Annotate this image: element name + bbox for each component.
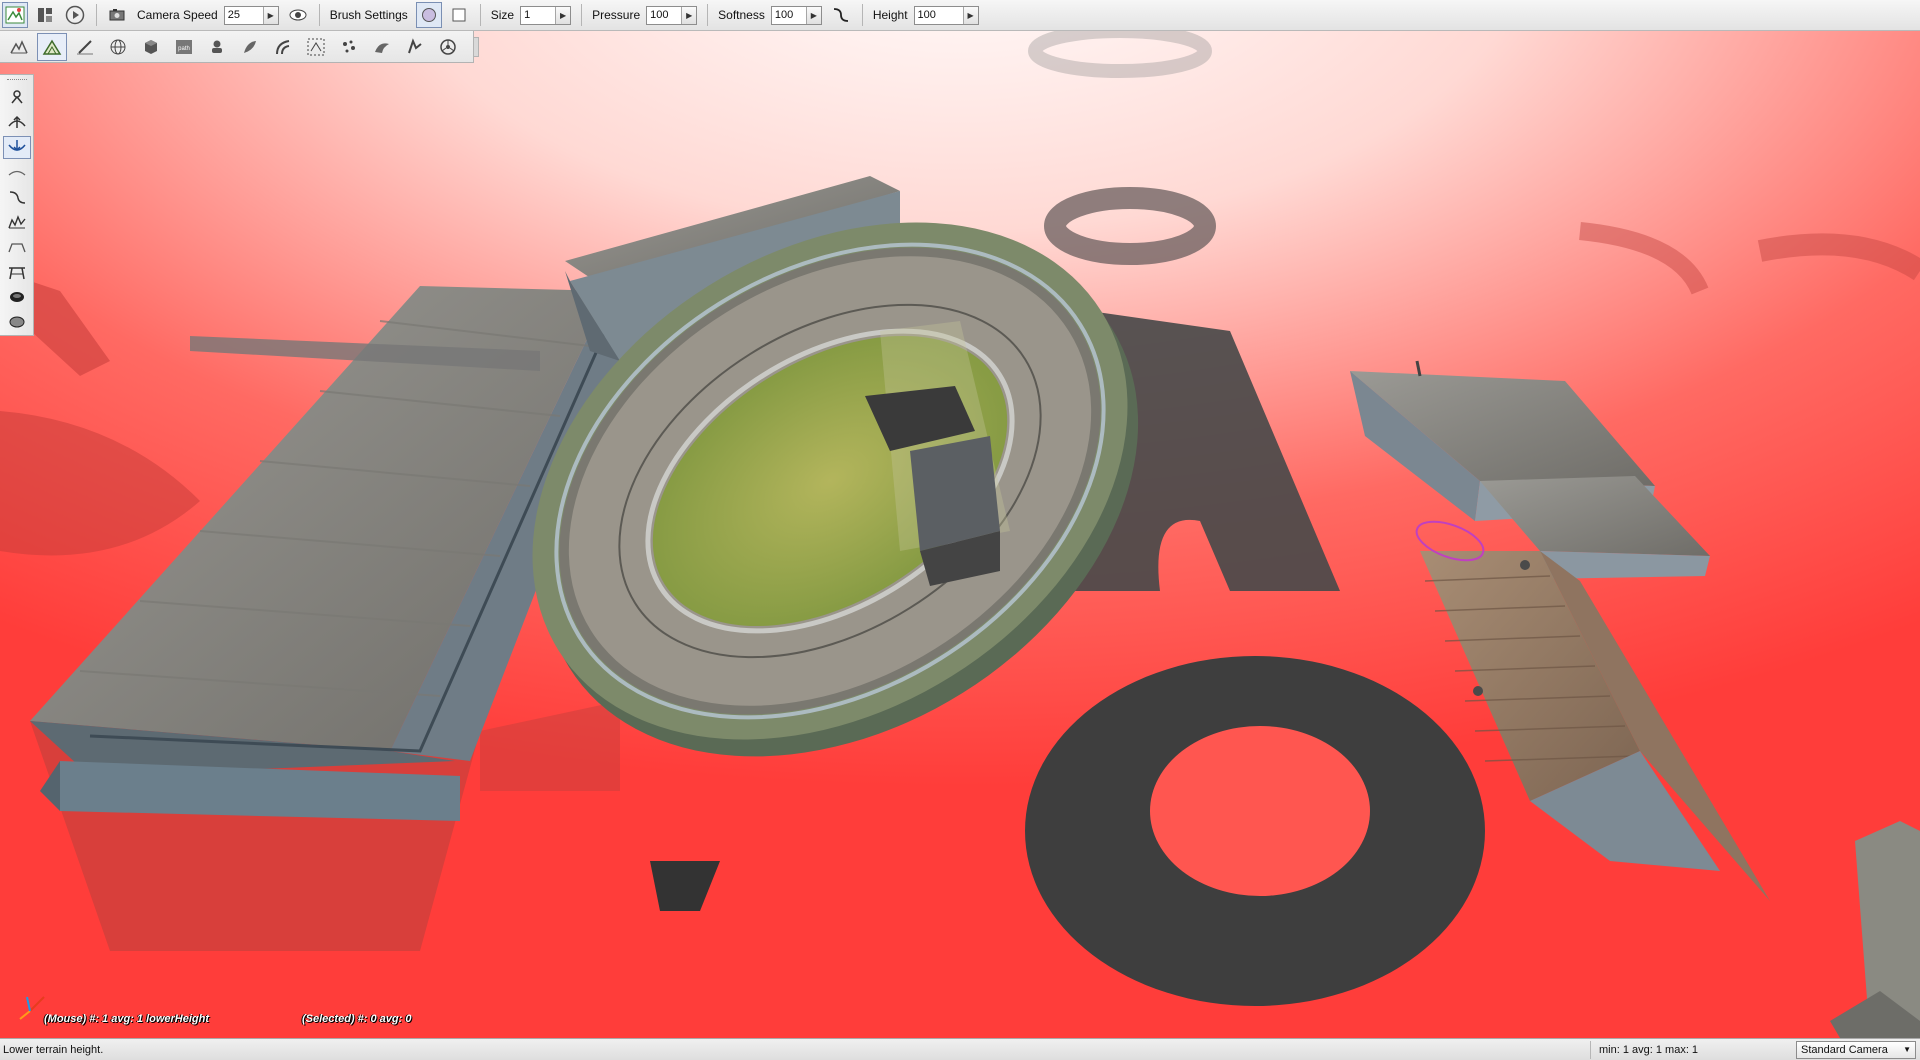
lower-height-icon[interactable] [2, 135, 31, 159]
camera-mode-select[interactable]: Standard Camera ▼ [1796, 1040, 1916, 1059]
softness-input[interactable] [771, 6, 806, 24]
toolbar-separator [479, 4, 481, 26]
camera-speed-field[interactable]: ▶ [223, 5, 279, 25]
status-message: Lower terrain height. [3, 1043, 104, 1056]
brush-settings-label: Brush Settings [329, 8, 408, 22]
physics-icon[interactable] [400, 33, 430, 61]
grab-terrain-icon[interactable] [3, 86, 31, 109]
toolbar-separator [96, 4, 97, 26]
height-label: Height [872, 8, 908, 22]
size-label: Size [490, 8, 515, 22]
chevron-down-icon: ▼ [1903, 1045, 1911, 1054]
toolbar-separator [707, 4, 709, 26]
toolbar-grip[interactable] [6, 79, 27, 83]
3d-viewport[interactable]: (Mouse) #: 1 avg: 1 lowerHeight (Selecte… [0, 31, 1920, 1038]
play-game-icon[interactable] [62, 2, 88, 28]
pressure-arrow-icon[interactable]: ▶ [681, 6, 697, 24]
smooth-slope-icon[interactable] [3, 186, 31, 209]
decal-icon[interactable] [202, 33, 232, 61]
softness-field[interactable]: ▶ [770, 5, 822, 25]
terrain-editor-icon[interactable] [37, 32, 67, 61]
mouse-brush-info: (Mouse) #: 1 avg: 1 lowerHeight [44, 1013, 210, 1025]
height-field[interactable]: ▶ [913, 5, 979, 25]
smooth-height-icon[interactable] [3, 161, 31, 184]
restore-terrain-icon[interactable] [3, 310, 31, 333]
scene-render [0, 31, 1920, 1038]
sky-sphere-icon[interactable] [103, 33, 133, 61]
noise-icon[interactable] [3, 211, 31, 234]
shape-icon[interactable] [367, 33, 397, 61]
pressure-input[interactable] [647, 6, 682, 24]
mesh-road-icon[interactable] [136, 33, 166, 61]
gui-editor-icon[interactable] [32, 2, 58, 28]
terrain-object-icon[interactable] [4, 33, 34, 61]
camera-speed-label: Camera Speed [137, 8, 218, 22]
status-bar: Lower terrain height. min: 1 avg: 1 max:… [0, 1038, 1920, 1060]
visibility-eye-icon[interactable] [285, 2, 311, 28]
toolbar-separator [861, 4, 863, 26]
vehicle-icon[interactable] [433, 33, 463, 61]
selected-brush-info: (Selected) #: 0 avg: 0 [302, 1013, 412, 1025]
camera-speed-input[interactable] [224, 6, 263, 24]
particle-icon[interactable] [334, 33, 364, 61]
river-editor-icon[interactable]: path [169, 33, 199, 61]
height-stats: min: 1 avg: 1 max: 1 [1590, 1040, 1790, 1059]
camera-icon[interactable] [105, 2, 131, 28]
softness-label: Softness [718, 8, 765, 22]
camera-speed-arrow-icon[interactable]: ▶ [262, 6, 278, 24]
road-editor-icon[interactable] [268, 33, 298, 61]
terrain-tools-bar [0, 74, 34, 336]
pressure-label: Pressure [592, 8, 641, 22]
size-input[interactable] [521, 6, 556, 24]
flatten-icon[interactable] [3, 235, 31, 258]
size-arrow-icon[interactable]: ▶ [555, 6, 571, 24]
editor-palette: path [0, 31, 479, 63]
toolbar-separator [318, 4, 320, 26]
square-brush-icon[interactable] [446, 2, 472, 28]
toolbar-separator [581, 4, 583, 26]
navmesh-icon[interactable] [301, 33, 331, 61]
palette-collapse-handle[interactable] [473, 37, 479, 57]
pressure-field[interactable]: ▶ [646, 5, 698, 25]
circle-brush-icon[interactable] [415, 2, 442, 28]
world-editor-icon[interactable] [2, 2, 28, 28]
path-icon-label: path [178, 46, 190, 52]
softness-arrow-icon[interactable]: ▶ [805, 6, 821, 24]
height-input[interactable] [914, 6, 963, 24]
forest-editor-icon[interactable] [235, 33, 265, 61]
softness-curve-icon[interactable] [828, 2, 854, 28]
height-arrow-icon[interactable]: ▶ [962, 6, 978, 24]
terrain-painter-icon[interactable] [70, 33, 100, 61]
main-toolbar: Camera Speed ▶ Brush Settings Size ▶ Pre… [0, 0, 1920, 31]
raise-height-icon[interactable] [3, 111, 31, 134]
size-field[interactable]: ▶ [520, 5, 572, 25]
clear-terrain-icon[interactable] [3, 285, 31, 308]
camera-mode-value: Standard Camera [1801, 1043, 1888, 1056]
set-height-icon[interactable] [3, 260, 31, 283]
